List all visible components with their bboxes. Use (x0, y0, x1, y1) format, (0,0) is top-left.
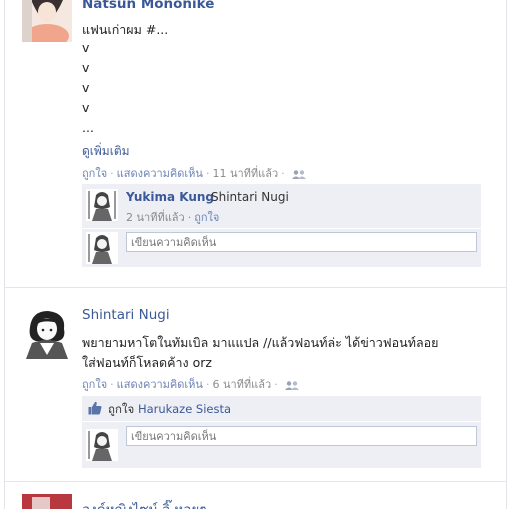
post-timestamp[interactable]: 11 นาทีที่แล้ว (212, 167, 278, 180)
post-text-line: v (82, 60, 90, 75)
post-author[interactable]: Natsun Mononike (82, 0, 214, 12)
comment-link[interactable]: แสดงความคิดเห็น (117, 378, 203, 391)
post-text-line: v (82, 100, 90, 115)
comment-author[interactable]: Yukima Kung (126, 190, 214, 204)
see-more-link[interactable]: ดูเพิ่มเติม (82, 142, 130, 161)
divider (82, 228, 481, 229)
comment-link[interactable]: แสดงความคิดเห็น (117, 167, 203, 180)
comment-input[interactable]: เขียนความคิดเห็น (126, 232, 477, 252)
post-author[interactable]: Shintari Nugi (82, 307, 170, 323)
post-text-line: v (82, 80, 90, 95)
avatar[interactable] (22, 494, 72, 509)
feed-post: Shintari Nugi พยายามหาโตในทัมเบิล มาแแปล… (22, 307, 492, 472)
post-actions: ถูกใจ · แสดงความคิดเห็น · 6 นาทีที่แล้ว · (82, 375, 299, 393)
thumbs-up-icon (88, 401, 102, 415)
like-link[interactable]: ถูกใจ (82, 167, 107, 180)
post-divider (4, 481, 507, 482)
people-icon[interactable] (291, 169, 306, 179)
feed-post: องค์หญิงไซน์ จิ๊ หอยๆ (22, 494, 492, 509)
post-text-line: v (82, 40, 90, 55)
feed-post: Natsun Mononike แฟนเก่าผม #... v v v v .… (22, 0, 492, 270)
avatar[interactable] (22, 0, 72, 42)
comment-section: ถูกใจ Harukaze Siesta เขียนความคิดเห็น (82, 396, 481, 468)
right-border (506, 0, 507, 509)
post-text-line: ใส่ฟอนท์ก็โหลดค้าง orz (82, 355, 212, 370)
liked-by-prefix: ถูกใจ (108, 402, 135, 416)
comment-text: Shintari Nugi (211, 190, 289, 204)
post-divider (4, 287, 507, 288)
comment-timestamp[interactable]: 2 นาทีที่แล้ว (126, 211, 185, 224)
people-icon[interactable] (284, 380, 299, 390)
like-link[interactable]: ถูกใจ (82, 378, 107, 391)
comment-input[interactable]: เขียนความคิดเห็น (126, 426, 477, 446)
post-text-line: ... (82, 120, 94, 135)
post-text-line: แฟนเก่าผม #... (82, 22, 169, 37)
comment-section: Yukima Kung Shintari Nugi 2 นาทีที่แล้ว ·… (82, 184, 481, 267)
liked-by-row: ถูกใจ Harukaze Siesta (108, 401, 231, 419)
avatar[interactable] (22, 309, 72, 359)
post-author[interactable]: องค์หญิงไซน์ จิ๊ หอยๆ (82, 498, 207, 509)
liked-by-user[interactable]: Harukaze Siesta (138, 402, 231, 416)
left-border (4, 0, 5, 509)
post-actions: ถูกใจ · แสดงความคิดเห็น · 11 นาทีที่แล้ว · (82, 164, 306, 182)
my-avatar (86, 429, 118, 461)
comment-meta: 2 นาทีที่แล้ว · ถูกใจ (126, 211, 220, 224)
post-timestamp[interactable]: 6 นาทีที่แล้ว (212, 378, 271, 391)
post-text-line: พยายามหาโตในทัมเบิล มาแแปล //แล้วฟอนท์ล่… (82, 335, 439, 350)
comment-like-link[interactable]: ถูกใจ (194, 211, 219, 224)
divider (82, 421, 481, 422)
commenter-avatar[interactable] (86, 189, 118, 221)
my-avatar (86, 232, 118, 264)
